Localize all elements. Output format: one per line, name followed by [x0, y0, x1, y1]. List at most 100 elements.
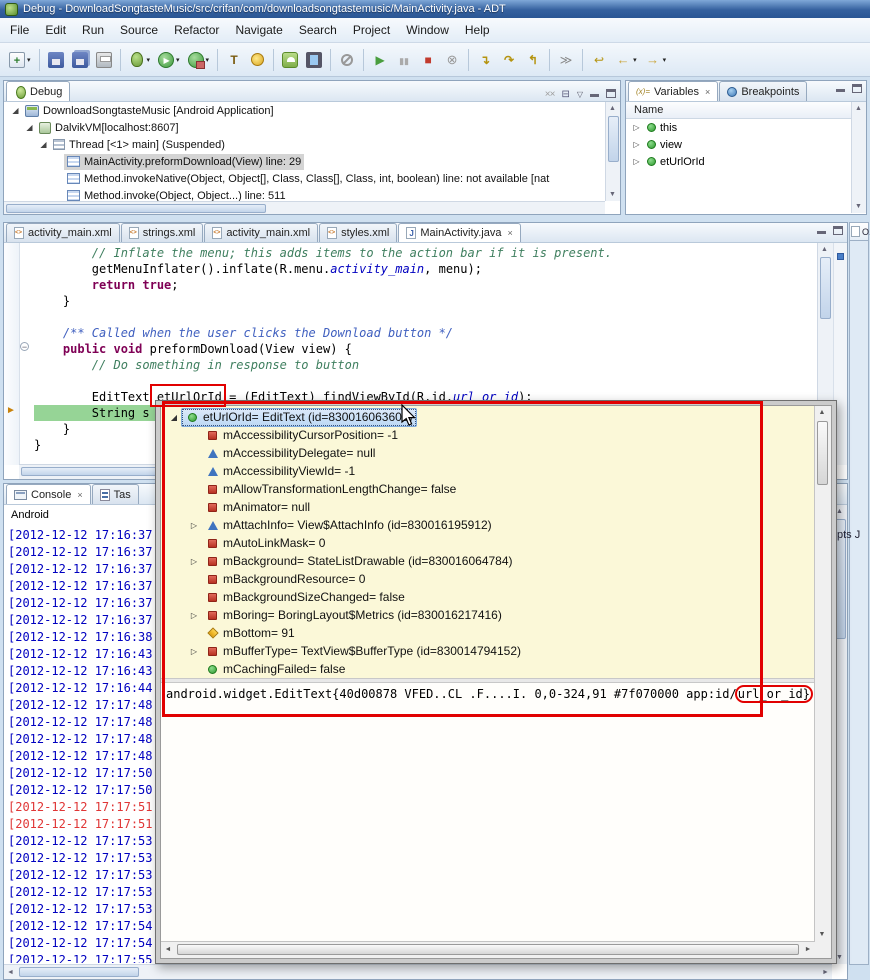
- scrollbar-thumb[interactable]: [6, 204, 266, 213]
- code-line[interactable]: getMenuInflater().inflate(R.menu.activit…: [34, 261, 817, 277]
- scroll-right-icon[interactable]: ►: [801, 943, 815, 957]
- tab-console[interactable]: Console ×: [6, 484, 91, 504]
- popup-variable-row[interactable]: ▷ mBufferType= TextView$BufferType (id=83…: [161, 642, 831, 660]
- last-edit-location-button[interactable]: [587, 47, 611, 73]
- code-line[interactable]: /** Called when the user clicks the Down…: [34, 325, 817, 341]
- popup-variable-row[interactable]: mAccessibilityDelegate= null: [161, 444, 831, 462]
- debug-tree-row[interactable]: Method.invoke(Object, Object...) line: 5…: [5, 187, 604, 201]
- tree-expander-icon[interactable]: [187, 575, 201, 584]
- scroll-left-icon[interactable]: ◄: [4, 966, 17, 979]
- tree-expander-icon[interactable]: ▷: [187, 521, 201, 530]
- tree-expander-icon[interactable]: ◢: [9, 106, 22, 115]
- tree-expander-icon[interactable]: [187, 593, 201, 602]
- popup-detail-pane[interactable]: android.widget.EditText{40d00878 VFED..C…: [161, 683, 831, 941]
- scrollbar-thumb[interactable]: [608, 116, 619, 162]
- tab-mainactivity-java[interactable]: MainActivity.java×: [398, 223, 521, 242]
- menu-help[interactable]: Help: [457, 20, 498, 40]
- minimize-button[interactable]: [836, 84, 845, 93]
- code-line[interactable]: return true;: [34, 277, 817, 293]
- skip-breakpoints-button[interactable]: [335, 47, 359, 73]
- tree-expander-icon[interactable]: [187, 467, 201, 476]
- step-over-button[interactable]: [497, 47, 521, 73]
- android-sdk-manager-button[interactable]: [278, 47, 302, 73]
- run-dropdown-icon[interactable]: ▾: [176, 56, 180, 64]
- resume-button[interactable]: [368, 47, 392, 73]
- tree-expander-icon[interactable]: ▷: [630, 123, 643, 132]
- variables-vscrollbar[interactable]: ▲ ▼: [851, 102, 866, 213]
- scrollbar-thumb[interactable]: [177, 944, 799, 955]
- popup-variable-row[interactable]: ▷ mBoring= BoringLayout$Metrics (id=83001…: [161, 606, 831, 624]
- folding-ruler[interactable]: −: [20, 243, 31, 465]
- tree-expander-icon[interactable]: ▷: [187, 611, 201, 620]
- save-all-button[interactable]: [68, 47, 92, 73]
- scroll-down-icon[interactable]: ▼: [852, 200, 865, 213]
- scroll-up-icon[interactable]: ▲: [815, 406, 829, 420]
- maximize-button[interactable]: [852, 84, 862, 93]
- popup-variable-row[interactable]: mBottom= 91: [161, 624, 831, 642]
- step-into-button[interactable]: [473, 47, 497, 73]
- tab-tas[interactable]: Tas: [91, 484, 139, 504]
- tree-expander-icon[interactable]: [187, 665, 201, 674]
- minimize-button[interactable]: [590, 89, 599, 98]
- scrollbar-thumb[interactable]: [817, 421, 828, 485]
- remove-terminated-button[interactable]: [545, 84, 555, 102]
- menu-project[interactable]: Project: [345, 20, 398, 40]
- close-icon[interactable]: ×: [705, 87, 710, 97]
- tree-expander-icon[interactable]: ▷: [630, 140, 643, 149]
- external-tools-button[interactable]: ▾: [184, 47, 214, 73]
- search-button[interactable]: [246, 47, 269, 73]
- tab-outline[interactable]: O...: [850, 223, 870, 241]
- popup-variable-row[interactable]: mAutoLinkMask= 0: [161, 534, 831, 552]
- minimize-button[interactable]: [817, 226, 826, 235]
- menu-run[interactable]: Run: [74, 20, 112, 40]
- tree-expander-icon[interactable]: [187, 629, 201, 638]
- collapse-all-button[interactable]: [561, 84, 569, 102]
- debug-button[interactable]: ▾: [125, 47, 155, 73]
- tree-expander-icon[interactable]: ▷: [187, 647, 201, 656]
- popup-variable-row[interactable]: ◢ etUrlOrId= EditText (id=830016063608): [161, 407, 831, 427]
- tree-expander-icon[interactable]: [187, 503, 201, 512]
- variable-row[interactable]: ▷ etUrlOrId: [627, 153, 850, 170]
- popup-hscrollbar[interactable]: ◄ ►: [161, 941, 831, 958]
- overview-mark[interactable]: [837, 253, 844, 260]
- titlebar[interactable]: Debug - DownloadSongtasteMusic/src/crifa…: [0, 0, 870, 18]
- back-button[interactable]: ▾: [611, 47, 641, 73]
- tree-expander-icon[interactable]: [51, 174, 64, 183]
- tree-expander-icon[interactable]: [187, 449, 201, 458]
- tab-debug[interactable]: Debug: [6, 81, 71, 101]
- close-icon[interactable]: ×: [507, 228, 512, 238]
- variable-row[interactable]: ▷ this: [627, 119, 850, 136]
- debug-hscrollbar[interactable]: [4, 201, 605, 214]
- scrollbar-thumb[interactable]: [19, 967, 139, 977]
- code-line[interactable]: public void preformDownload(View view) {: [34, 341, 817, 357]
- tab-activity-main-xml[interactable]: activity_main.xml: [204, 223, 319, 242]
- close-icon[interactable]: ×: [77, 490, 82, 500]
- debug-tree-row[interactable]: ◢ Thread [<1> main] (Suspended): [5, 136, 604, 153]
- menu-source[interactable]: Source: [112, 20, 166, 40]
- maximize-button[interactable]: [606, 88, 616, 98]
- scroll-right-icon[interactable]: ►: [819, 966, 832, 979]
- tab-activity-main-xml[interactable]: activity_main.xml: [6, 223, 120, 242]
- tree-expander-icon[interactable]: ▷: [187, 557, 201, 566]
- external-tools-dropdown-icon[interactable]: ▾: [206, 56, 210, 64]
- popup-variable-row[interactable]: mAccessibilityViewId= -1: [161, 462, 831, 480]
- console-hscrollbar[interactable]: ◄ ►: [4, 964, 832, 979]
- suspend-button[interactable]: [392, 47, 416, 73]
- tab-strings-xml[interactable]: strings.xml: [120, 223, 204, 242]
- tree-expander-icon[interactable]: [51, 191, 64, 200]
- popup-variable-row[interactable]: ▷ mBackground= StateListDrawable (id=8300…: [161, 552, 831, 570]
- code-line[interactable]: [34, 309, 817, 325]
- popup-variable-row[interactable]: mAccessibilityCursorPosition= -1: [161, 426, 831, 444]
- popup-variable-row[interactable]: ▷ mAttachInfo= View$AttachInfo (id=830016…: [161, 516, 831, 534]
- view-menu-button[interactable]: [577, 84, 583, 102]
- forward-button[interactable]: ▾: [641, 47, 671, 73]
- back-dropdown-icon[interactable]: ▾: [633, 56, 637, 64]
- annotation-ruler[interactable]: ►: [4, 243, 20, 465]
- menu-file[interactable]: File: [2, 20, 37, 40]
- forward-dropdown-icon[interactable]: ▾: [663, 56, 667, 64]
- code-line[interactable]: // Do something in response to button: [34, 357, 817, 373]
- popup-variable-row[interactable]: mBackgroundSizeChanged= false: [161, 588, 831, 606]
- tab-breakpoints[interactable]: Breakpoints: [719, 81, 808, 101]
- tab-variables[interactable]: Variables×: [628, 81, 719, 101]
- scroll-up-icon[interactable]: ▲: [852, 102, 865, 115]
